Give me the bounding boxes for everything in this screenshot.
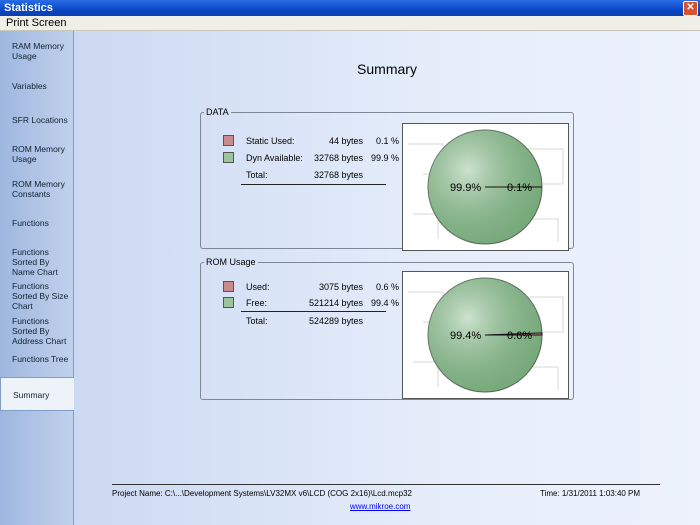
sidebar-item-label: SFR Locations [12, 115, 68, 125]
data-total-value: 32768 bytes [313, 170, 363, 180]
sidebar-item-variables[interactable]: Variables [0, 81, 73, 95]
rom-used-label: Used: [246, 282, 270, 292]
window-title: Statistics [4, 2, 53, 14]
timestamp: Time: 1/31/2011 1:03:40 PM [540, 489, 641, 498]
window-title-bar: Statistics ✕ [0, 0, 700, 16]
sidebar-item-label: Functions Sorted By Size Chart [12, 281, 69, 311]
menu-bar: Print Screen [0, 16, 700, 31]
sidebar-item-rom-memory-constants[interactable]: ROM Memory Constants [0, 179, 73, 203]
static-used-percent: 0.1 % [375, 136, 399, 146]
website-link[interactable]: www.mikroe.com [350, 502, 410, 511]
sidebar-item-label: Functions [12, 218, 49, 228]
sidebar-item-ram-memory-usage[interactable]: RAM Memory Usage [0, 41, 73, 65]
sidebar-item-summary[interactable]: Summary [0, 377, 74, 411]
data-pie-used-label: 0.1% [507, 182, 532, 194]
rom-total-divider [241, 311, 386, 312]
rom-free-swatch [223, 297, 234, 308]
footer-divider [112, 484, 660, 485]
sidebar-item-label: ROM Memory Constants [12, 179, 65, 199]
sidebar-item-sfr-locations[interactable]: SFR Locations [0, 115, 73, 129]
data-pie-svg: 99.9% 0.1% [408, 129, 564, 245]
rom-pie-used-label: 0.6% [507, 330, 532, 342]
rom-free-percent: 99.4 % [370, 298, 399, 308]
rom-pie-svg: 99.4% 0.6% [408, 277, 564, 393]
close-icon[interactable]: ✕ [683, 1, 698, 16]
sidebar-item-functions-by-size[interactable]: Functions Sorted By Size Chart [0, 281, 73, 311]
rom-group-legend: ROM Usage [206, 257, 256, 267]
sidebar-item-label: Functions Tree [12, 354, 69, 364]
rom-group: ROM Usage Used: 3075 bytes 0.6 % Free: 5… [200, 257, 574, 400]
rom-pie-chart: 99.4% 0.6% [402, 271, 569, 399]
sidebar-item-functions-tree[interactable]: Functions Tree [0, 354, 73, 368]
rom-free-value: 521214 bytes [308, 298, 363, 308]
data-total-label: Total: [246, 170, 268, 180]
sidebar-item-label: Summary [13, 390, 50, 400]
dyn-available-swatch [223, 152, 234, 163]
static-used-swatch [223, 135, 234, 146]
sidebar-item-functions-by-name[interactable]: Functions Sorted By Name Chart [0, 247, 73, 277]
rom-used-swatch [223, 281, 234, 292]
rom-pie-free-label: 99.4% [450, 330, 481, 342]
sidebar-item-label: RAM Memory Usage [12, 41, 64, 61]
data-pie-chart: 99.9% 0.1% [402, 123, 569, 251]
rom-used-percent: 0.6 % [375, 282, 399, 292]
main-panel: Summary DATA Static Used: 44 bytes 0.1 %… [74, 31, 700, 525]
data-group-legend: DATA [206, 107, 229, 117]
dyn-available-label: Dyn Available: [246, 153, 303, 163]
dyn-available-percent: 99.9 % [370, 153, 399, 163]
project-name: Project Name: C:\...\Development Systems… [112, 489, 412, 498]
sidebar-item-functions-by-address[interactable]: Functions Sorted By Address Chart [0, 316, 73, 346]
sidebar-item-label: Variables [12, 81, 47, 91]
static-used-value: 44 bytes [328, 136, 363, 146]
menu-print-screen[interactable]: Print Screen [6, 17, 67, 29]
data-total-divider [241, 184, 386, 185]
dyn-available-value: 32768 bytes [313, 153, 363, 163]
data-group: DATA Static Used: 44 bytes 0.1 % Dyn Ava… [200, 107, 574, 251]
sidebar: RAM Memory Usage Variables SFR Locations… [0, 31, 74, 525]
static-used-label: Static Used: [246, 136, 295, 146]
sidebar-item-functions[interactable]: Functions [0, 218, 73, 232]
sidebar-item-label: Functions Sorted By Name Chart [12, 247, 58, 277]
sidebar-item-rom-memory-usage[interactable]: ROM Memory Usage [0, 144, 73, 168]
sidebar-item-label: ROM Memory Usage [12, 144, 65, 164]
data-pie-free-label: 99.9% [450, 182, 481, 194]
rom-total-label: Total: [246, 316, 268, 326]
sidebar-item-label: Functions Sorted By Address Chart [12, 316, 67, 346]
rom-total-value: 524289 bytes [308, 316, 363, 326]
rom-free-label: Free: [246, 298, 268, 308]
page-title: Summary [357, 61, 417, 77]
rom-used-value: 3075 bytes [318, 282, 363, 292]
